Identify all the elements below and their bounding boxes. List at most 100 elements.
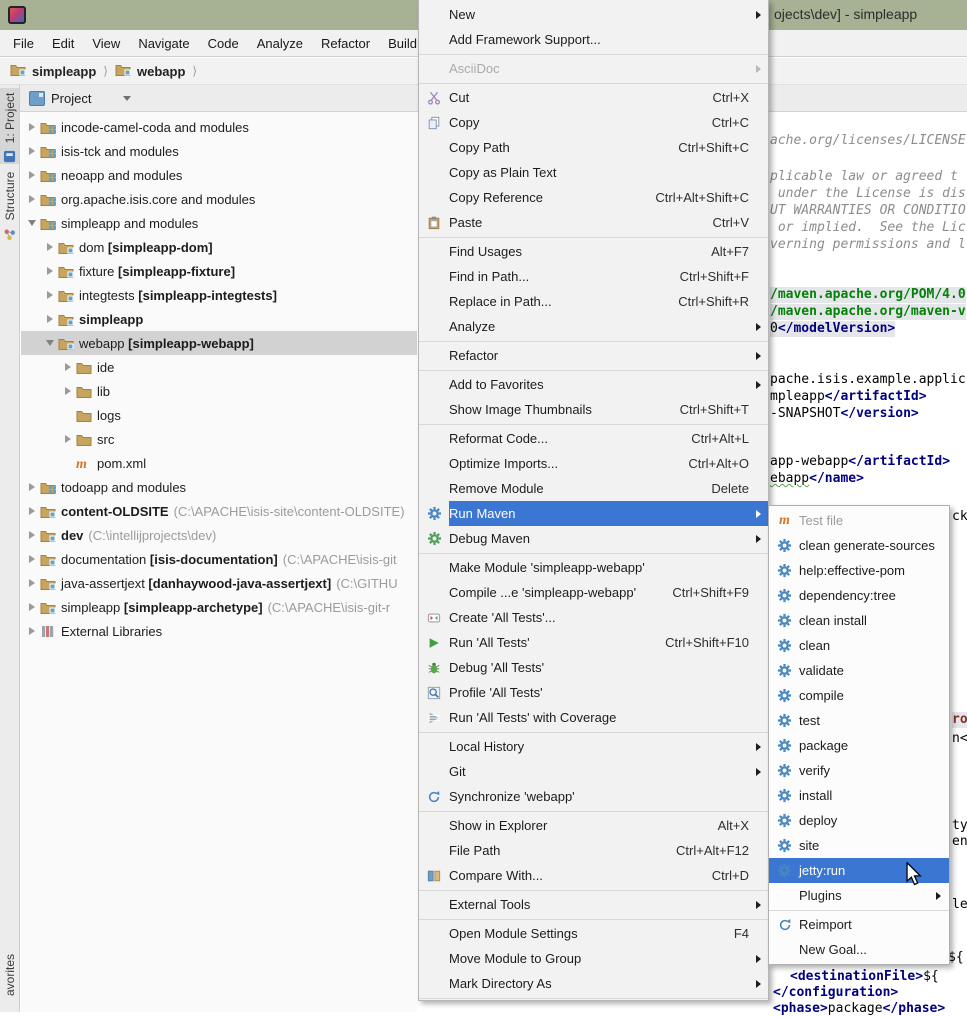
context-menu-item-create-all-tests[interactable]: Create 'All Tests'... [419, 605, 768, 630]
context-menu-item-analyze[interactable]: Analyze [419, 314, 768, 339]
context-menu-item-replace-in-path[interactable]: Replace in Path...Ctrl+Shift+R [419, 289, 768, 314]
context-menu-item-open-module-settings[interactable]: Open Module SettingsF4 [419, 921, 768, 946]
context-menu-item-debug-all-tests[interactable]: Debug 'All Tests' [419, 655, 768, 680]
tree-item-simpleapp[interactable]: simpleapp [21, 307, 417, 331]
context-menu-item-copy-reference[interactable]: Copy ReferenceCtrl+Alt+Shift+C [419, 185, 768, 210]
tree-item-isis-tck-and-modules[interactable]: isis-tck and modules [21, 139, 417, 163]
tree-item-external-libraries[interactable]: External Libraries [21, 619, 417, 643]
tree-item-content-oldsite[interactable]: content-OLDSITE(C:\APACHE\isis-site\cont… [21, 499, 417, 523]
tree-item-org.apache.isis.core-and-modules[interactable]: org.apache.isis.core and modules [21, 187, 417, 211]
maven-goal-help-effective-pom[interactable]: help:effective-pom [769, 558, 949, 583]
maven-goal-test[interactable]: test [769, 708, 949, 733]
context-menu-item-file-path[interactable]: File PathCtrl+Alt+F12 [419, 838, 768, 863]
tree-item-neoapp-and-modules[interactable]: neoapp and modules [21, 163, 417, 187]
context-menu-item-synchronize-webapp[interactable]: Synchronize 'webapp' [419, 784, 768, 809]
stripe-tab-favorites[interactable]: avorites [3, 954, 17, 996]
tree-collapsed-icon[interactable] [25, 120, 39, 134]
context-menu-item-make-module-simpleapp-webapp[interactable]: Make Module 'simpleapp-webapp' [419, 555, 768, 580]
tree-collapsed-icon[interactable] [61, 360, 75, 374]
context-menu-item-debug-maven[interactable]: Debug Maven [419, 526, 768, 551]
maven-goal-verify[interactable]: verify [769, 758, 949, 783]
menu-navigate[interactable]: Navigate [129, 32, 198, 55]
tree-collapsed-icon[interactable] [43, 288, 57, 302]
menu-file[interactable]: File [4, 32, 43, 55]
tree-item-ide[interactable]: ide [21, 355, 417, 379]
maven-goal-plugins[interactable]: Plugins [769, 883, 949, 908]
breadcrumb-simpleapp[interactable]: simpleapp [10, 62, 96, 80]
tree-collapsed-icon[interactable] [25, 504, 39, 518]
context-menu-item-move-module-to-group[interactable]: Move Module to Group [419, 946, 768, 971]
structure-tool-icon[interactable] [3, 228, 16, 241]
tree-collapsed-icon[interactable] [43, 264, 57, 278]
tree-collapsed-icon[interactable] [25, 480, 39, 494]
tree-collapsed-icon[interactable] [25, 192, 39, 206]
context-menu-item-local-history[interactable]: Local History [419, 734, 768, 759]
tree-item-logs[interactable]: logs [21, 403, 417, 427]
maven-goal-clean-generate-sources[interactable]: clean generate-sources [769, 533, 949, 558]
maven-goal-validate[interactable]: validate [769, 658, 949, 683]
menu-refactor[interactable]: Refactor [312, 32, 379, 55]
context-menu-item-new[interactable]: New [419, 2, 768, 27]
context-menu-item-asciidoc[interactable]: AsciiDoc [419, 56, 768, 81]
context-menu-item-add-framework-support[interactable]: Add Framework Support... [419, 27, 768, 52]
tree-item-incode-camel-coda-and-modules[interactable]: incode-camel-coda and modules [21, 115, 417, 139]
context-menu-item-copy-path[interactable]: Copy PathCtrl+Shift+C [419, 135, 768, 160]
maven-goal-site[interactable]: site [769, 833, 949, 858]
context-menu-item-paste[interactable]: PasteCtrl+V [419, 210, 768, 235]
tree-collapsed-icon[interactable] [25, 576, 39, 590]
tree-item-integtests[interactable]: integtests [simpleapp-integtests] [21, 283, 417, 307]
project-tool-icon[interactable] [3, 150, 16, 163]
context-menu-item-copy[interactable]: CopyCtrl+C [419, 110, 768, 135]
tree-collapsed-icon[interactable] [25, 168, 39, 182]
menu-edit[interactable]: Edit [43, 32, 83, 55]
stripe-tab-structure[interactable]: Structure [3, 172, 17, 221]
maven-goal-dependency-tree[interactable]: dependency:tree [769, 583, 949, 608]
stripe-tab-project[interactable]: 1: Project [3, 93, 17, 144]
context-menu-item-copy-as-plain-text[interactable]: Copy as Plain Text [419, 160, 768, 185]
tree-item-documentation[interactable]: documentation [isis-documentation](C:\AP… [21, 547, 417, 571]
context-menu-item-remove-module[interactable]: Remove ModuleDelete [419, 476, 768, 501]
context-menu-item-reformat-code[interactable]: Reformat Code...Ctrl+Alt+L [419, 426, 768, 451]
tree-item-src[interactable]: src [21, 427, 417, 451]
tree-collapsed-icon[interactable] [25, 624, 39, 638]
tree-item-webapp[interactable]: webapp [simpleapp-webapp] [21, 331, 417, 355]
maven-goal-install[interactable]: install [769, 783, 949, 808]
tree-collapsed-icon[interactable] [43, 312, 57, 326]
context-menu-item-run-maven[interactable]: Run Maven [419, 501, 768, 526]
context-menu-item-refactor[interactable]: Refactor [419, 343, 768, 368]
tree-collapsed-icon[interactable] [61, 432, 75, 446]
context-menu-item-mark-directory-as[interactable]: Mark Directory As [419, 971, 768, 996]
context-menu-item-find-usages[interactable]: Find UsagesAlt+F7 [419, 239, 768, 264]
context-menu-item-show-image-thumbnails[interactable]: Show Image ThumbnailsCtrl+Shift+T [419, 397, 768, 422]
breadcrumb-webapp[interactable]: webapp [115, 62, 185, 80]
tree-item-todoapp-and-modules[interactable]: todoapp and modules [21, 475, 417, 499]
tree-collapsed-icon[interactable] [43, 240, 57, 254]
menu-analyze[interactable]: Analyze [248, 32, 312, 55]
tree-item-lib[interactable]: lib [21, 379, 417, 403]
context-menu-item-show-in-explorer[interactable]: Show in ExplorerAlt+X [419, 813, 768, 838]
tree-item-simpleapp-and-modules[interactable]: simpleapp and modules [21, 211, 417, 235]
context-menu-item-add-to-favorites[interactable]: Add to Favorites [419, 372, 768, 397]
menu-view[interactable]: View [83, 32, 129, 55]
context-menu-item-external-tools[interactable]: External Tools [419, 892, 768, 917]
context-menu-item-git[interactable]: Git [419, 759, 768, 784]
maven-goal-package[interactable]: package [769, 733, 949, 758]
tree-collapsed-icon[interactable] [25, 144, 39, 158]
tree-item-fixture[interactable]: fixture [simpleapp-fixture] [21, 259, 417, 283]
context-menu-item-cut[interactable]: CutCtrl+X [419, 85, 768, 110]
tree-item-dom[interactable]: dom [simpleapp-dom] [21, 235, 417, 259]
maven-goal-clean-install[interactable]: clean install [769, 608, 949, 633]
maven-goal-compile[interactable]: compile [769, 683, 949, 708]
tree-collapsed-icon[interactable] [61, 384, 75, 398]
context-menu-item-optimize-imports[interactable]: Optimize Imports...Ctrl+Alt+O [419, 451, 768, 476]
tree-item-java-assertjext[interactable]: java-assertjext [danhaywood-java-assertj… [21, 571, 417, 595]
tree-collapsed-icon[interactable] [25, 528, 39, 542]
maven-goal-reimport[interactable]: Reimport [769, 912, 949, 937]
context-menu-item-compile-e-simpleapp-webapp[interactable]: Compile ...e 'simpleapp-webapp'Ctrl+Shif… [419, 580, 768, 605]
tree-expanded-icon[interactable] [25, 216, 39, 230]
tree-item-pom.xml[interactable]: mpom.xml [21, 451, 417, 475]
tree-item-simpleapp[interactable]: simpleapp [simpleapp-archetype](C:\APACH… [21, 595, 417, 619]
context-menu-item-compare-with[interactable]: Compare With...Ctrl+D [419, 863, 768, 888]
tree-expanded-icon[interactable] [43, 336, 57, 350]
tree-collapsed-icon[interactable] [25, 600, 39, 614]
